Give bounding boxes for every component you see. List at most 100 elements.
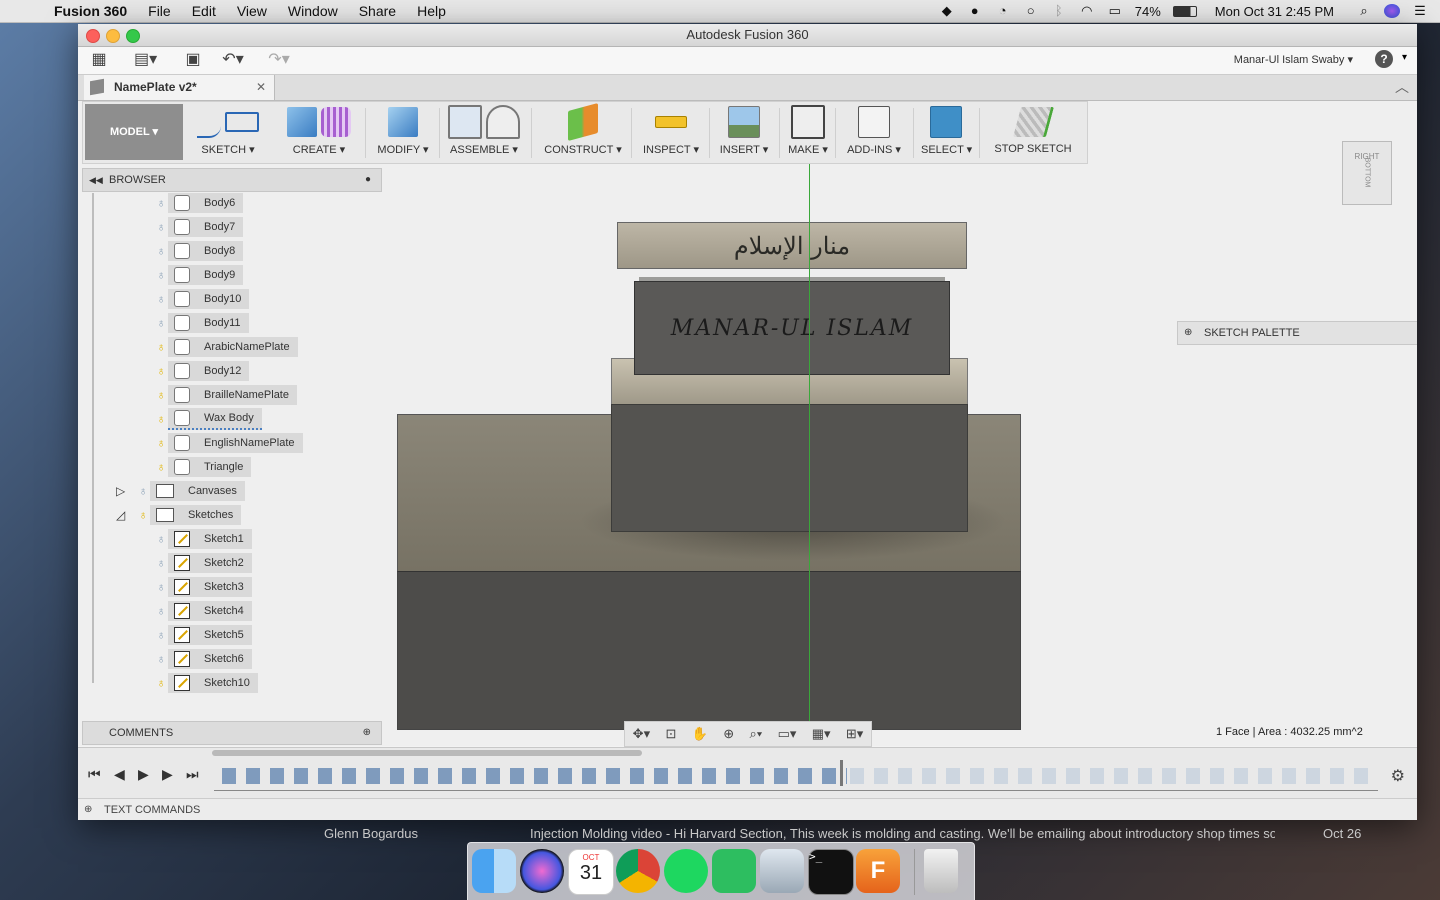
visibility-bulb-icon[interactable]: ♁ bbox=[154, 555, 168, 571]
visibility-bulb-icon[interactable]: ♁ bbox=[154, 315, 168, 331]
make-menu-label[interactable]: MAKE ▾ bbox=[785, 143, 831, 156]
modify-menu-label[interactable]: MODIFY ▾ bbox=[373, 143, 433, 156]
inspect-menu-label[interactable]: INSPECT ▾ bbox=[639, 143, 703, 156]
redo-icon[interactable]: ↷▾ bbox=[268, 51, 290, 69]
tree-item[interactable]: Sketch2 bbox=[168, 553, 252, 573]
dropbox-icon[interactable]: ◆ bbox=[939, 4, 955, 18]
tree-item[interactable]: Sketch6 bbox=[168, 649, 252, 669]
sketch-menu-label[interactable]: SKETCH ▾ bbox=[193, 143, 263, 156]
palette-expand-icon[interactable]: ⊕ bbox=[1184, 322, 1192, 344]
insert-image-icon[interactable] bbox=[728, 106, 760, 138]
visibility-bulb-icon[interactable]: ♁ bbox=[154, 435, 168, 451]
timeline-settings-gear-icon[interactable]: ⚙ bbox=[1391, 766, 1405, 786]
grid-settings-icon[interactable]: ▦▾ bbox=[812, 726, 831, 742]
visibility-bulb-icon[interactable]: ♁ bbox=[154, 675, 168, 691]
viewports-icon[interactable]: ⊞▾ bbox=[846, 726, 863, 742]
sketch-palette-header[interactable]: ⊕ SKETCH PALETTE bbox=[1177, 321, 1417, 345]
create-group[interactable]: CREATE ▾ bbox=[279, 104, 359, 160]
minimize-window-button[interactable] bbox=[106, 29, 120, 43]
menu-edit[interactable]: Edit bbox=[192, 3, 216, 19]
help-icon[interactable]: ? bbox=[1375, 50, 1393, 68]
tree-row-englishnameplate[interactable]: ♁ EnglishNamePlate bbox=[154, 433, 303, 453]
visibility-bulb-icon[interactable]: ♁ bbox=[154, 195, 168, 211]
tree-item[interactable]: ArabicNamePlate bbox=[168, 337, 298, 357]
insert-menu-label[interactable]: INSERT ▾ bbox=[717, 143, 771, 156]
select-group[interactable]: SELECT ▾ bbox=[921, 104, 972, 160]
calendar-icon[interactable]: OCT 31 bbox=[568, 849, 614, 895]
tree-row-body10[interactable]: ♁ Body10 bbox=[154, 289, 250, 309]
english-nameplate[interactable]: MANAR-UL ISLAM bbox=[634, 281, 950, 375]
viewcube[interactable]: RIGHT BOTTOM bbox=[1342, 141, 1392, 205]
base-block-front-face[interactable] bbox=[397, 571, 1021, 730]
visibility-bulb-icon[interactable]: ♁ bbox=[154, 603, 168, 619]
visibility-bulb-icon[interactable]: ♁ bbox=[154, 627, 168, 643]
browser-panel-header[interactable]: ◀◀ BROWSER ● bbox=[82, 168, 382, 192]
chrome-icon[interactable] bbox=[616, 849, 660, 893]
addins-group[interactable]: ADD-INS ▾ bbox=[841, 104, 907, 160]
messages-tray-icon[interactable]: ○ bbox=[1023, 4, 1039, 18]
document-tab[interactable]: NamePlate v2* ✕ bbox=[84, 75, 275, 100]
visibility-bulb-icon[interactable]: ♁ bbox=[154, 267, 168, 283]
help-dropdown-chevron-icon[interactable]: ▾ bbox=[1402, 52, 1407, 63]
text-commands-expand-icon[interactable]: ⊕ bbox=[84, 799, 92, 820]
assemble-menu-label[interactable]: ASSEMBLE ▾ bbox=[447, 143, 521, 156]
menu-window[interactable]: Window bbox=[288, 3, 338, 19]
tree-item[interactable]: Wax Body bbox=[168, 408, 262, 430]
tree-row-sketch5[interactable]: ♁ Sketch5 bbox=[154, 625, 252, 645]
extrude-icon[interactable] bbox=[287, 107, 317, 137]
tree-row-sketches[interactable]: ◿ ♁ Sketches bbox=[116, 505, 242, 525]
collapse-browser-icon[interactable]: ◀◀ bbox=[89, 169, 103, 191]
assemble-group[interactable]: ASSEMBLE ▾ bbox=[447, 104, 521, 160]
line-sketch-icon[interactable] bbox=[197, 106, 221, 138]
visibility-bulb-icon[interactable]: ♁ bbox=[136, 483, 150, 499]
timeline-future-track[interactable] bbox=[850, 768, 1370, 784]
insert-group[interactable]: INSERT ▾ bbox=[717, 104, 771, 160]
comments-panel-header[interactable]: COMMENTS ⊕ bbox=[82, 721, 382, 745]
file-menu-icon[interactable]: ▤▾ bbox=[134, 51, 157, 69]
addins-menu-label[interactable]: ADD-INS ▾ bbox=[841, 143, 907, 156]
tree-row-braillenameplate[interactable]: ♁ BrailleNamePlate bbox=[154, 385, 297, 405]
terminal-icon[interactable]: >_ bbox=[808, 849, 854, 895]
menu-help[interactable]: Help bbox=[417, 3, 446, 19]
offset-plane-icon[interactable] bbox=[568, 102, 598, 142]
viewport-canvas[interactable]: MANAR-UL ISLAM منار الإسلام MODEL ▾ SKET… bbox=[78, 101, 1417, 747]
timeline-back-icon[interactable]: ◀ bbox=[114, 766, 125, 783]
menu-share[interactable]: Share bbox=[359, 3, 396, 19]
menu-view[interactable]: View bbox=[237, 3, 267, 19]
tree-folder[interactable]: Canvases bbox=[150, 481, 245, 501]
stop-sketch-group[interactable]: STOP SKETCH bbox=[987, 104, 1079, 160]
stop-sketch-label[interactable]: STOP SKETCH bbox=[987, 143, 1079, 155]
tree-row-body6[interactable]: ♁ Body6 bbox=[154, 193, 244, 213]
tree-row-body9[interactable]: ♁ Body9 bbox=[154, 265, 244, 285]
create-menu-label[interactable]: CREATE ▾ bbox=[279, 143, 359, 156]
tree-item[interactable]: Body10 bbox=[168, 289, 250, 309]
menu-app-name[interactable]: Fusion 360 bbox=[54, 3, 127, 19]
close-tab-icon[interactable]: ✕ bbox=[256, 75, 266, 100]
siri-dock-icon[interactable] bbox=[520, 849, 564, 893]
tree-scroll-track[interactable] bbox=[92, 193, 94, 683]
text-commands-bar[interactable]: ⊕ TEXT COMMANDS bbox=[78, 798, 1417, 820]
joint-icon[interactable] bbox=[486, 105, 520, 139]
data-panel-grid-icon[interactable]: ▦ bbox=[88, 51, 110, 69]
menu-file[interactable]: File bbox=[148, 3, 171, 19]
timeline-scrollbar[interactable] bbox=[212, 750, 642, 756]
tree-row-sketch2[interactable]: ♁ Sketch2 bbox=[154, 553, 252, 573]
tree-item[interactable]: BrailleNamePlate bbox=[168, 385, 297, 405]
visibility-bulb-icon[interactable]: ♁ bbox=[154, 339, 168, 355]
make-group[interactable]: MAKE ▾ bbox=[785, 104, 831, 160]
form-icon[interactable] bbox=[321, 107, 351, 137]
stop-sketch-icon[interactable] bbox=[1012, 107, 1054, 137]
tree-row-arabicnameplate[interactable]: ♁ ArabicNamePlate bbox=[154, 337, 298, 357]
tree-row-sketch10[interactable]: ♁ Sketch10 bbox=[154, 673, 258, 693]
wifi-icon[interactable]: ◠ bbox=[1079, 4, 1095, 18]
tree-row-sketch3[interactable]: ♁ Sketch3 bbox=[154, 577, 252, 597]
menubar-clock[interactable]: Mon Oct 31 2:45 PM bbox=[1215, 4, 1334, 19]
tree-item[interactable]: Sketch4 bbox=[168, 601, 252, 621]
timeline-features-track[interactable] bbox=[222, 768, 847, 784]
collapse-arrow-icon[interactable]: ◿ bbox=[116, 508, 136, 522]
arabic-nameplate[interactable]: منار الإسلام bbox=[617, 222, 967, 269]
timeline-marker[interactable] bbox=[840, 760, 843, 786]
zoom-window-button[interactable] bbox=[126, 29, 140, 43]
select-menu-label[interactable]: SELECT ▾ bbox=[921, 143, 972, 156]
siri-icon[interactable] bbox=[1384, 4, 1400, 18]
